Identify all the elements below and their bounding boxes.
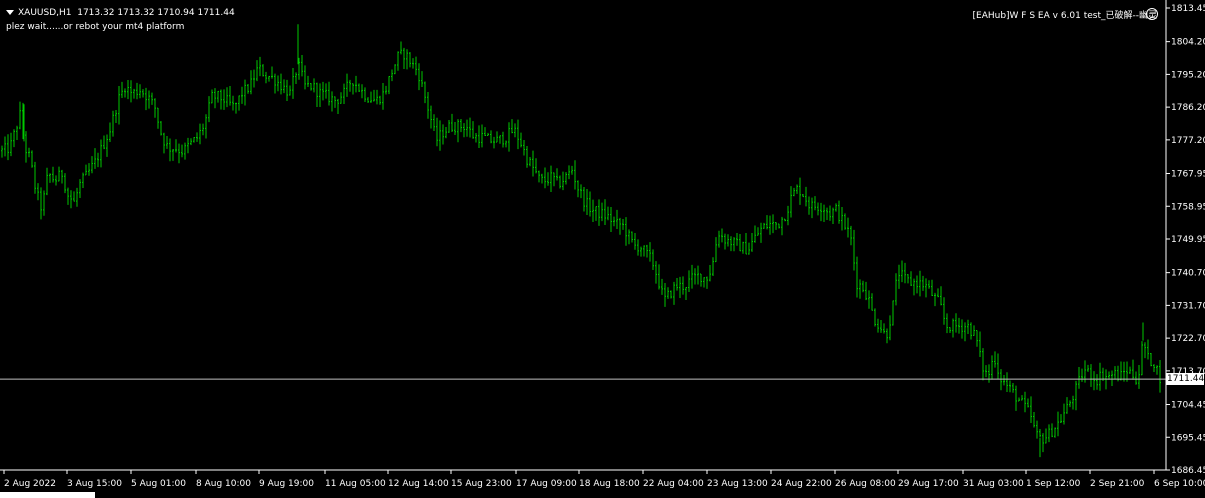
time-tick-label: 23 Aug 13:00 <box>707 479 768 489</box>
time-tick-label: 8 Aug 10:00 <box>196 479 251 489</box>
price-tick-label: 1722.70 <box>1171 334 1205 344</box>
dropdown-icon[interactable] <box>6 10 14 15</box>
chart-tab[interactable] <box>0 492 95 498</box>
smiley-icon[interactable] <box>1146 8 1158 20</box>
price-tick-label: 1758.95 <box>1171 202 1205 212</box>
ohlc-bar-ticks <box>823 210 825 212</box>
price-tick-label: 1686.45 <box>1171 466 1205 476</box>
symbol-info: XAUUSD,H1 1713.32 1713.32 1710.94 1711.4… <box>6 8 235 18</box>
ohlc-bar-ticks <box>1009 384 1011 387</box>
time-tick-label: 1 Sep 12:00 <box>1026 479 1081 489</box>
price-tick-label: 1795.20 <box>1171 70 1205 80</box>
ohlc-bar-ticks <box>613 220 615 223</box>
price-tick-label: 1767.95 <box>1171 170 1205 180</box>
price-tick-label: 1813.45 <box>1171 4 1205 14</box>
time-tick-label: 6 Sep 10:00 <box>1154 479 1205 489</box>
time-tick-label: 24 Aug 22:00 <box>771 479 832 489</box>
time-tick-label: 29 Aug 17:00 <box>898 479 959 489</box>
price-tick-label: 1786.20 <box>1171 103 1205 113</box>
ohlc-bar-ticks <box>958 325 960 327</box>
time-tick-label: 22 Aug 04:00 <box>643 479 704 489</box>
price-tick-label: 1704.45 <box>1171 401 1205 411</box>
time-tick-label: 15 Aug 23:00 <box>451 479 512 489</box>
time-tick-label: 26 Aug 08:00 <box>835 479 896 489</box>
ohlc-values: 1713.32 1713.32 1710.94 1711.44 <box>77 8 235 18</box>
price-tick-label: 1740.70 <box>1171 269 1205 279</box>
price-chart[interactable]: 1813.45 1804.20 1795.20 1786.20 1777.20 1767.… <box>0 0 1205 498</box>
status-message: plez wait......or rebot your mt4 platfor… <box>6 22 185 32</box>
expert-advisor-label: [EAHub]W F S EA v 6.01 test_已破解--幽灵 <box>972 11 1158 21</box>
current-price-label: 1711.44 <box>1166 373 1205 385</box>
time-tick-label: 9 Aug 19:00 <box>259 479 314 489</box>
time-tick-label: 3 Aug 15:00 <box>67 479 122 489</box>
time-tick-label: 5 Aug 01:00 <box>131 479 186 489</box>
price-tick-label: 1749.95 <box>1171 235 1205 245</box>
time-tick-label: 18 Aug 18:00 <box>579 479 640 489</box>
symbol-label: XAUUSD,H1 <box>18 8 72 18</box>
price-tick-label: 1777.20 <box>1171 136 1205 146</box>
price-tick-label: 1804.20 <box>1171 38 1205 48</box>
time-tick-label: 31 Aug 03:00 <box>963 479 1024 489</box>
time-tick-label: 2 Aug 2022 <box>4 479 56 489</box>
time-tick-label: 17 Aug 09:00 <box>516 479 577 489</box>
ohlc-bar-ticks <box>124 90 126 93</box>
time-tick-label: 2 Sep 21:00 <box>1090 479 1145 489</box>
price-tick-label: 1695.45 <box>1171 433 1205 443</box>
price-tick-label: 1731.70 <box>1171 301 1205 311</box>
price-axis: 1813.45 1804.20 1795.20 1786.20 1777.20 1767.… <box>1166 4 1205 476</box>
time-tick-label: 11 Aug 05:00 <box>325 479 386 489</box>
time-tick-label: 12 Aug 14:00 <box>388 479 449 489</box>
